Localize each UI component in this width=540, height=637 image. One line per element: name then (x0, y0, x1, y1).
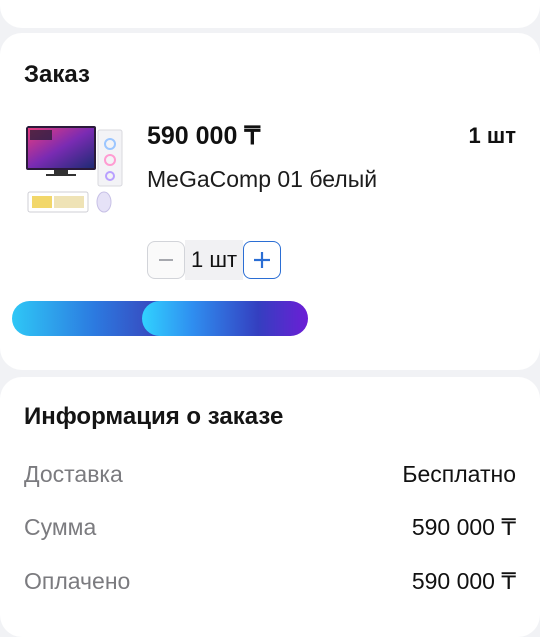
product-image[interactable] (24, 124, 124, 220)
order-info-card: Информация о заказе (0, 377, 540, 637)
product-quantity: 1 шт (468, 123, 516, 148)
order-title: Заказ (24, 61, 90, 88)
info-row-value: Бесплатно (402, 461, 516, 487)
info-row-label: Оплачено (24, 568, 131, 594)
info-row-delivery: Доставка Бесплатно (24, 461, 516, 488)
minus-icon (159, 259, 173, 261)
computer-set-icon (26, 126, 123, 213)
info-row-value: 590 000 ₸ (411, 568, 516, 594)
decrease-quantity-button[interactable] (147, 241, 185, 279)
increase-quantity-button[interactable] (243, 241, 282, 279)
info-row-label: Сумма (24, 514, 97, 540)
info-row-label: Доставка (24, 461, 123, 487)
product-name[interactable]: MeGaComp 01 белый (147, 166, 377, 193)
product-price: 590 000 ₸ (147, 122, 261, 150)
order-info-title: Информация о заказе (24, 403, 284, 430)
plus-icon (254, 252, 271, 268)
info-row-value: 590 000 ₸ (411, 514, 516, 540)
quantity-value: 1 шт (185, 240, 244, 280)
info-row-paid: Оплачено 590 000 ₸ (24, 568, 516, 595)
info-row-sum: Сумма 590 000 ₸ (24, 514, 516, 541)
previous-card (0, 0, 540, 28)
promo-banner-front[interactable] (142, 301, 308, 336)
quantity-stepper: 1 шт (147, 240, 282, 280)
